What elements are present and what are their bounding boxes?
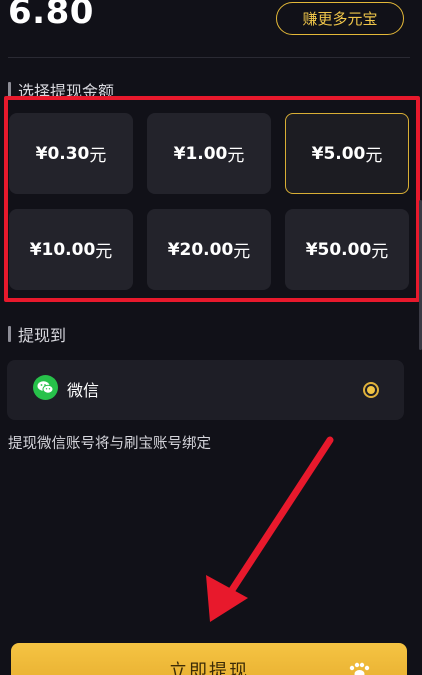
wechat-label: 微信 bbox=[67, 381, 100, 400]
withdraw-section-title: 提现到 bbox=[8, 322, 66, 346]
paw-icon bbox=[349, 662, 370, 675]
withdraw-section-title-text: 提现到 bbox=[18, 326, 67, 345]
amount-option-50-00[interactable]: ¥50.00 元 bbox=[285, 209, 409, 290]
amount-option-5-00[interactable]: ¥5.00 元 bbox=[285, 113, 409, 194]
wechat-icon bbox=[33, 375, 58, 400]
amount-unit: 元 bbox=[95, 242, 113, 262]
amount-option-10-00[interactable]: ¥10.00 元 bbox=[9, 209, 133, 290]
balance-value: 6.80 bbox=[8, 0, 94, 32]
amount-option-1-00[interactable]: ¥1.00 元 bbox=[147, 113, 271, 194]
amount-value: ¥20.00 bbox=[167, 239, 234, 260]
earn-more-button[interactable]: 赚更多元宝 bbox=[276, 2, 404, 35]
amount-value: ¥10.00 bbox=[29, 239, 96, 260]
amount-section-title-text: 选择提现金额 bbox=[18, 82, 115, 101]
wechat-option[interactable]: 微信 bbox=[7, 360, 404, 420]
amount-unit: 元 bbox=[227, 146, 245, 166]
amount-value: ¥50.00 bbox=[305, 239, 372, 260]
binding-notice: 提现微信账号将与刷宝账号绑定 bbox=[8, 436, 211, 452]
amount-unit: 元 bbox=[371, 242, 389, 262]
amount-option-20-00[interactable]: ¥20.00 元 bbox=[147, 209, 271, 290]
amount-grid: ¥0.30 元 ¥1.00 元 ¥5.00 元 ¥10.00 元 ¥20.00 元 ¥50… bbox=[9, 113, 413, 293]
amount-option-0-30[interactable]: ¥0.30 元 bbox=[9, 113, 133, 194]
radio-dot bbox=[367, 386, 375, 394]
amount-unit: 元 bbox=[89, 146, 107, 166]
title-bar bbox=[8, 82, 11, 98]
wechat-radio[interactable] bbox=[363, 382, 379, 398]
title-bar bbox=[8, 326, 11, 342]
amount-value: ¥0.30 bbox=[35, 143, 90, 164]
amount-unit: 元 bbox=[365, 146, 383, 166]
withdraw-page: 6.80 赚更多元宝 选择提现金额 ¥0.30 元 ¥1.00 元 ¥5.00 元 ¥… bbox=[0, 0, 422, 675]
amount-value: ¥1.00 bbox=[173, 143, 228, 164]
amount-section-title: 选择提现金额 bbox=[8, 78, 114, 102]
divider bbox=[8, 57, 410, 58]
amount-unit: 元 bbox=[233, 242, 251, 262]
amount-value: ¥5.00 bbox=[311, 143, 366, 164]
